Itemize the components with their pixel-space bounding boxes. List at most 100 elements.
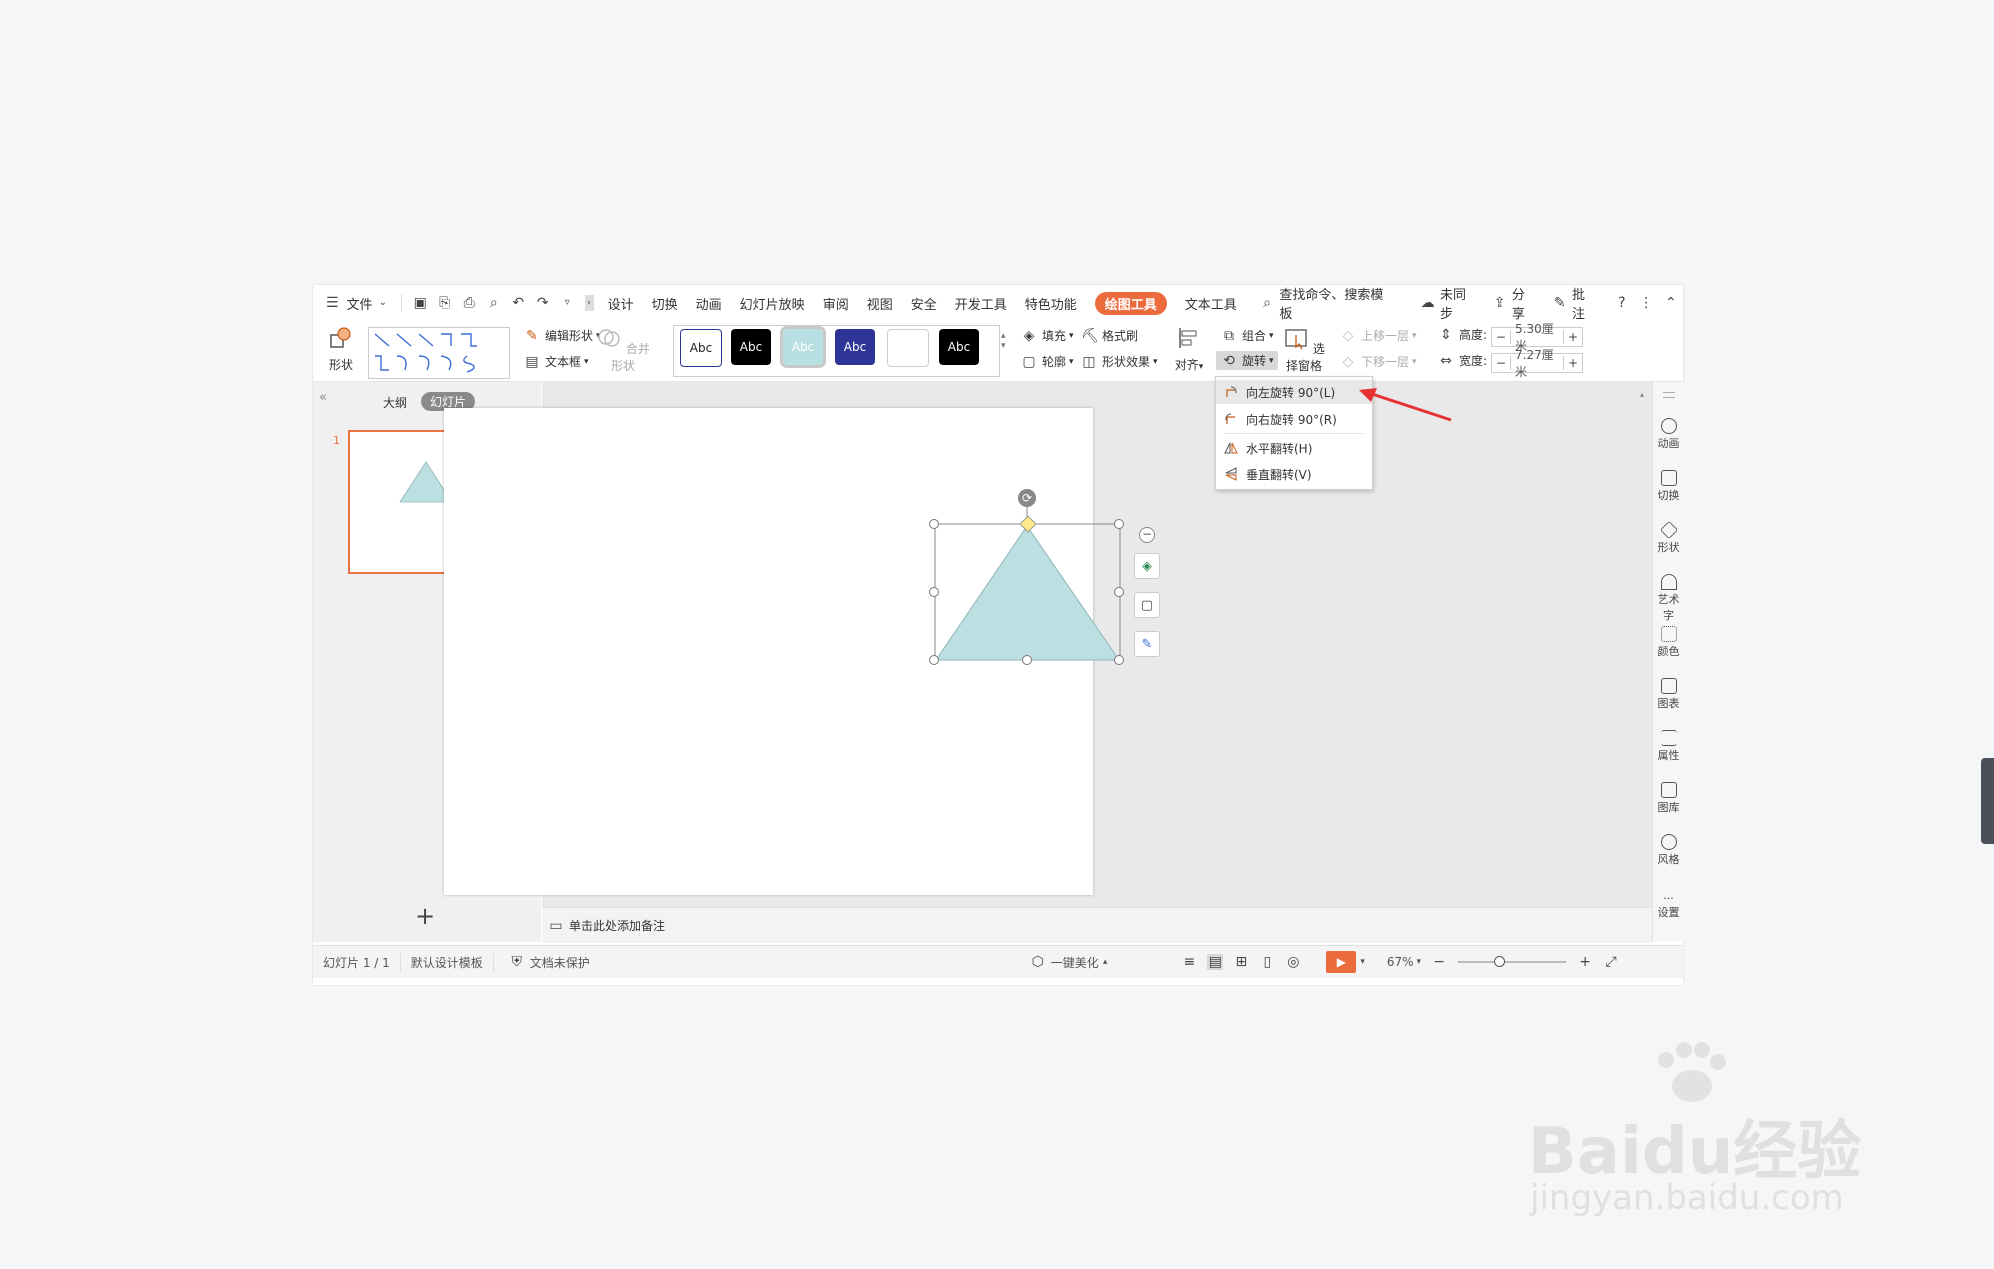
style-black[interactable]: Abc <box>731 329 771 365</box>
rotate-left-90-item[interactable]: 向左旋转 90°(L) <box>1216 380 1372 404</box>
quick-fill-button[interactable]: ◈ <box>1134 553 1160 579</box>
share-button[interactable]: 分享 <box>1512 284 1536 322</box>
resize-handle-e[interactable] <box>1114 587 1124 597</box>
reading-view-icon[interactable]: ▯ <box>1259 954 1275 970</box>
slide-sorter-icon[interactable]: ⊞ <box>1233 954 1249 970</box>
sidebar-style[interactable]: 风格 <box>1653 834 1684 867</box>
zoom-level[interactable]: 67% <box>1387 955 1414 969</box>
tab-text-tools[interactable]: 文本工具 <box>1185 294 1237 313</box>
resize-handle-nw[interactable] <box>929 519 939 529</box>
tab-special-features[interactable]: 特色功能 <box>1025 294 1077 313</box>
chevron-down-icon[interactable]: ⌄ <box>376 295 391 311</box>
collapse-pane-icon[interactable]: « <box>319 390 327 405</box>
fill-button[interactable]: ◈ 填充 ▾ <box>1016 327 1074 344</box>
resize-handle-ne[interactable] <box>1114 519 1124 529</box>
outline-tab[interactable]: 大纲 <box>383 394 407 411</box>
file-menu[interactable]: 文件 <box>347 294 373 313</box>
command-search[interactable]: 查找命令、搜索模板 <box>1279 284 1385 322</box>
tab-design[interactable]: 设计 <box>608 294 634 313</box>
print-icon[interactable]: ⎙ <box>462 295 477 311</box>
normal-view-icon[interactable]: ▤ <box>1207 954 1224 970</box>
style-gallery-scroll[interactable]: ▴ ▾ <box>1001 331 1006 351</box>
width-value[interactable]: 7.27厘米 <box>1511 346 1563 380</box>
merge-shape-button[interactable]: 合并形状 <box>593 325 653 374</box>
width-stepper[interactable]: − 7.27厘米 + <box>1491 348 1583 379</box>
outline-button[interactable]: ▢ 轮廓 ▾ <box>1016 353 1073 370</box>
presenter-view-icon[interactable]: ◎ <box>1285 954 1301 970</box>
select-pane-button[interactable]: 选择窗格 <box>1279 325 1329 374</box>
resize-handle-w[interactable] <box>929 587 939 597</box>
undo-icon[interactable]: ↶ <box>511 295 526 311</box>
rotation-handle[interactable]: ⟳ <box>1018 489 1036 507</box>
shape-effect-button[interactable]: ◫ 形状效果 ▾ <box>1076 353 1157 370</box>
sidebar-settings[interactable]: ··· 设置 <box>1653 893 1684 920</box>
hamburger-menu-icon[interactable]: ☰ <box>325 295 340 311</box>
customize-qat-icon[interactable]: ▿ <box>560 295 575 311</box>
height-stepper[interactable]: − 5.30厘米 + <box>1491 322 1583 353</box>
rotate-right-90-item[interactable]: 向右旋转 90°(R) <box>1216 407 1372 431</box>
sidebar-chart[interactable]: 图表 <box>1653 678 1684 711</box>
edge-widget[interactable] <box>1981 758 1994 844</box>
collapse-quickbar-icon[interactable]: − <box>1139 527 1155 543</box>
save-icon[interactable]: ▣ <box>413 295 428 311</box>
vertical-scrollbar[interactable]: ▴ <box>1640 390 1648 890</box>
sidebar-wordart[interactable]: 艺术字 <box>1653 574 1684 623</box>
tab-developer[interactable]: 开发工具 <box>955 294 1007 313</box>
add-slide-button[interactable]: + <box>415 902 435 930</box>
export-pdf-icon[interactable]: ⎘ <box>437 295 452 311</box>
sidebar-transition[interactable]: 切换 <box>1653 470 1684 503</box>
notes-bar[interactable]: ▭ 单击此处添加备注 <box>542 907 1652 943</box>
template-name[interactable]: 默认设计模板 <box>411 954 483 971</box>
sync-status[interactable]: 未同步 <box>1440 284 1475 322</box>
tab-review[interactable]: 审阅 <box>823 294 849 313</box>
shape-button[interactable]: 形状 <box>323 325 359 373</box>
quick-edit-button[interactable]: ✎ <box>1134 631 1160 657</box>
print-preview-icon[interactable]: ⌕ <box>487 295 502 311</box>
tab-animation[interactable]: 动画 <box>696 294 722 313</box>
resize-handle-se[interactable] <box>1114 655 1124 665</box>
tab-transition[interactable]: 切换 <box>652 294 678 313</box>
sidebar-properties[interactable]: 属性 <box>1653 730 1684 763</box>
zoom-slider[interactable] <box>1458 956 1567 967</box>
align-button[interactable]: 对齐▾ <box>1171 325 1207 373</box>
tab-security[interactable]: 安全 <box>911 294 937 313</box>
width-decrease-button[interactable]: − <box>1492 356 1511 370</box>
zoom-slider-thumb[interactable] <box>1494 956 1506 967</box>
flip-horizontal-item[interactable]: 水平翻转(H) <box>1216 436 1372 460</box>
redo-icon[interactable]: ↷ <box>536 295 551 311</box>
send-backward-button[interactable]: ◇ 下移一层 ▾ <box>1335 353 1417 370</box>
resize-handle-s[interactable] <box>1022 655 1032 665</box>
rotate-button[interactable]: ⟲ 旋转 ▾ <box>1216 351 1278 370</box>
more-options-icon[interactable]: ⋮ <box>1639 295 1654 311</box>
tab-view[interactable]: 视图 <box>867 294 893 313</box>
play-slideshow-button[interactable]: ▶ <box>1326 951 1357 973</box>
edit-shape-button[interactable]: ✎ 编辑形状 ▾ <box>519 327 600 344</box>
shape-gallery[interactable] <box>368 327 510 379</box>
notes-toggle-icon[interactable]: ≡ <box>1181 954 1197 970</box>
sidebar-gallery[interactable]: 图库 <box>1653 782 1684 815</box>
format-brush-button[interactable]: ⛏ 格式刷 <box>1076 327 1138 344</box>
help-icon[interactable]: ? <box>1615 295 1630 311</box>
comment-button[interactable]: 批注 <box>1572 284 1596 322</box>
fit-window-icon[interactable]: ⤢ <box>1603 954 1619 970</box>
style-black-2[interactable]: Abc <box>939 329 979 365</box>
width-increase-button[interactable]: + <box>1563 356 1582 370</box>
style-teal-selected[interactable]: Abc <box>780 326 826 368</box>
resize-handle-sw[interactable] <box>929 655 939 665</box>
beautify-button[interactable]: 一键美化 <box>1051 954 1099 971</box>
flip-vertical-item[interactable]: 垂直翻转(V) <box>1216 462 1372 486</box>
tab-drawing-tools[interactable]: 绘图工具 <box>1094 291 1167 315</box>
zoom-out-icon[interactable]: − <box>1431 954 1447 970</box>
sidebar-color[interactable]: 颜色 <box>1653 626 1684 659</box>
text-box-button[interactable]: ▤ 文本框 ▾ <box>519 353 588 370</box>
style-white-outline[interactable]: Abc <box>680 329 722 367</box>
tab-slideshow[interactable]: 幻灯片放映 <box>740 294 805 313</box>
zoom-in-icon[interactable]: + <box>1577 954 1593 970</box>
sidebar-shape[interactable]: 形状 <box>1653 520 1684 555</box>
height-increase-button[interactable]: + <box>1563 330 1582 344</box>
tab-scroll-left-icon[interactable]: ‹ <box>584 295 594 311</box>
sidebar-animation[interactable]: 动画 <box>1653 418 1684 451</box>
selected-triangle-shape[interactable] <box>925 485 1125 675</box>
height-decrease-button[interactable]: − <box>1492 330 1511 344</box>
bring-forward-button[interactable]: ◇ 上移一层 ▾ <box>1335 327 1417 344</box>
